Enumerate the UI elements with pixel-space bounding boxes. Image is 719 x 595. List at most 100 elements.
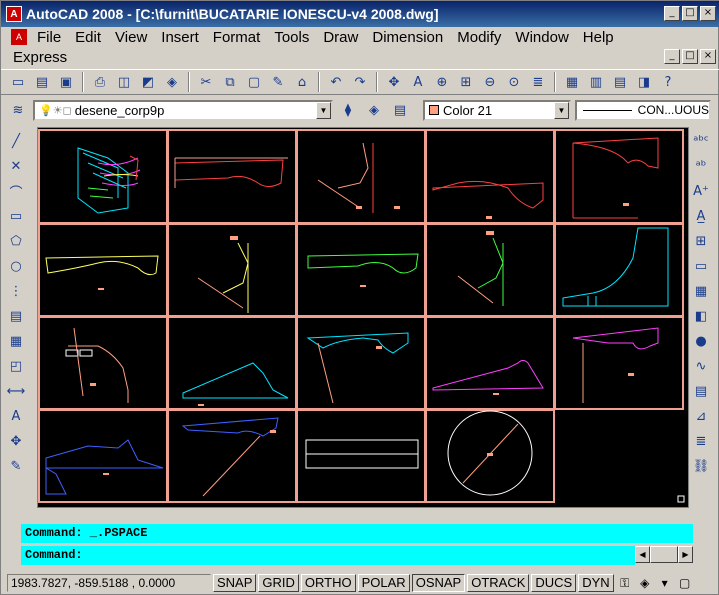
new-icon[interactable]: ▭ [7, 71, 29, 93]
text-style-icon[interactable]: A̲ [690, 206, 712, 226]
find-text-icon[interactable]: A⁺ [690, 181, 712, 201]
print-preview-icon[interactable]: ◫ [113, 71, 135, 93]
menu-dimension[interactable]: Dimension [365, 29, 450, 46]
polyline-icon[interactable]: ⌒ [5, 181, 27, 201]
circle-icon[interactable]: ○ [5, 256, 27, 276]
scroll-right-icon[interactable]: ▶ [678, 546, 693, 563]
cut-icon[interactable]: ✂ [195, 71, 217, 93]
undo-icon[interactable]: ↶ [325, 71, 347, 93]
insert-block-icon[interactable]: ▤ [5, 306, 27, 326]
print-icon[interactable]: ⎙ [89, 71, 111, 93]
menu-modify[interactable]: Modify [450, 29, 508, 46]
design-center-icon[interactable]: ▦ [561, 71, 583, 93]
color-dropdown[interactable]: Color 21 ▼ [423, 99, 571, 121]
check-spelling-icon[interactable]: ᵃᵇᶜ [690, 131, 712, 151]
menu-express[interactable]: Express [1, 49, 74, 66]
dyn-toggle[interactable]: DYN [578, 574, 614, 592]
doc-restore-button[interactable]: □ [682, 49, 698, 64]
make-current-icon[interactable]: ▤ [389, 99, 411, 121]
drawing-area[interactable] [37, 127, 689, 508]
document-icon[interactable]: A [11, 29, 27, 45]
match-properties-icon[interactable]: ✎ [267, 71, 289, 93]
wave-icon[interactable]: ∿ [690, 356, 712, 376]
chevron-down-icon[interactable]: ▼ [554, 101, 569, 119]
hatch-icon[interactable]: ▦ [5, 331, 27, 351]
zoom-window-icon[interactable]: ⊞ [455, 71, 477, 93]
copy-icon[interactable]: ⧉ [219, 71, 241, 93]
construction-line-icon[interactable]: ✕ [5, 156, 27, 176]
scroll-thumb[interactable] [650, 546, 678, 563]
match-prop-icon[interactable]: ✎ [5, 456, 27, 476]
layer-dropdown[interactable]: 💡☀◻ desene_corp9p ▼ [33, 99, 333, 121]
paste-icon[interactable]: ▢ [243, 71, 265, 93]
array-icon[interactable]: ▤ [690, 381, 712, 401]
attribute-icon[interactable]: ◧ [690, 306, 712, 326]
menu-help[interactable]: Help [576, 29, 621, 46]
properties-icon[interactable]: ≣ [527, 71, 549, 93]
text-edit-icon[interactable]: ᵃᵇ [690, 156, 712, 176]
redo-icon[interactable]: ↷ [349, 71, 371, 93]
communication-center-icon[interactable]: ◈ [636, 574, 654, 592]
lock-icon[interactable]: ⚿ [616, 574, 634, 592]
pan-icon[interactable]: ✥ [383, 71, 405, 93]
drawing-canvas[interactable] [38, 128, 688, 507]
linetype-dropdown[interactable]: CON...UOUS [575, 99, 711, 121]
save-icon[interactable]: ▣ [55, 71, 77, 93]
open-icon[interactable]: ▤ [31, 71, 53, 93]
autocad-app-icon[interactable]: A [6, 6, 22, 22]
measure-icon[interactable]: ⟷ [5, 381, 27, 401]
zoom-extents-icon[interactable]: ⊙ [503, 71, 525, 93]
menu-file[interactable]: File [33, 29, 68, 46]
chevron-down-icon[interactable]: ▼ [316, 101, 331, 119]
menu-insert[interactable]: Insert [154, 29, 206, 46]
menu-tools[interactable]: Tools [267, 29, 316, 46]
3d-dwf-icon[interactable]: ◈ [161, 71, 183, 93]
osnap-toggle[interactable]: OSNAP [411, 574, 466, 592]
menu-format[interactable]: Format [206, 29, 268, 46]
explode-icon[interactable]: ✥ [5, 431, 27, 451]
otrack-toggle[interactable]: OTRACK [467, 574, 530, 592]
polygon-icon[interactable]: ⬠ [5, 231, 27, 251]
tool-palettes-icon[interactable]: ▥ [585, 71, 607, 93]
command-scrollbar[interactable]: ◀ ▶ [635, 546, 693, 563]
table-icon[interactable]: ▦ [690, 281, 712, 301]
layer-states-icon[interactable]: ◈ [363, 99, 385, 121]
text-icon[interactable]: A [407, 71, 429, 93]
scroll-left-icon[interactable]: ◀ [635, 546, 650, 563]
properties-panel-icon[interactable]: ≣ [690, 431, 712, 451]
menu-window[interactable]: Window [508, 29, 575, 46]
rectangle-icon[interactable]: ▭ [5, 206, 27, 226]
close-button[interactable]: × [700, 6, 716, 21]
grid-toggle[interactable]: GRID [258, 574, 299, 592]
link-icon[interactable]: ⛓ [690, 456, 712, 476]
minimize-button[interactable]: _ [664, 6, 680, 21]
zoom-realtime-icon[interactable]: ⊕ [431, 71, 453, 93]
snap-toggle[interactable]: SNAP [213, 574, 257, 592]
sheet-set-icon[interactable]: ▤ [609, 71, 631, 93]
polar-toggle[interactable]: POLAR [357, 574, 410, 592]
title-bar[interactable]: A AutoCAD 2008 - [C:\furnit\BUCATARIE IO… [1, 1, 719, 27]
status-menu-chevron-icon[interactable]: ▾ [656, 574, 674, 592]
stretch-icon[interactable]: ▭ [690, 256, 712, 276]
scale-text-icon[interactable]: ⊞ [690, 231, 712, 251]
ducs-toggle[interactable]: DUCS [531, 574, 577, 592]
multiline-text-icon[interactable]: A [5, 406, 27, 426]
doc-close-button[interactable]: × [700, 49, 716, 64]
menu-view[interactable]: View [108, 29, 154, 46]
layer-manager-icon[interactable]: ≋ [7, 99, 29, 121]
publish-icon[interactable]: ◩ [137, 71, 159, 93]
block-editor-icon[interactable]: ⌂ [291, 71, 313, 93]
maximize-button[interactable]: □ [682, 6, 698, 21]
ortho-toggle[interactable]: ORTHO [300, 574, 356, 592]
menu-draw[interactable]: Draw [316, 29, 365, 46]
zoom-previous-icon[interactable]: ⊖ [479, 71, 501, 93]
clean-screen-icon[interactable]: ▢ [676, 574, 694, 592]
menu-edit[interactable]: Edit [68, 29, 108, 46]
sphere-icon[interactable]: ● [690, 331, 712, 351]
command-prompt-input[interactable]: Command: [21, 546, 635, 565]
help-icon[interactable]: ? [657, 71, 679, 93]
line-tool-icon[interactable]: ╱ [5, 131, 27, 151]
ucs-icon[interactable]: ⊿ [690, 406, 712, 426]
region-icon[interactable]: ◰ [5, 356, 27, 376]
point-icon[interactable]: ⋮ [5, 281, 27, 301]
